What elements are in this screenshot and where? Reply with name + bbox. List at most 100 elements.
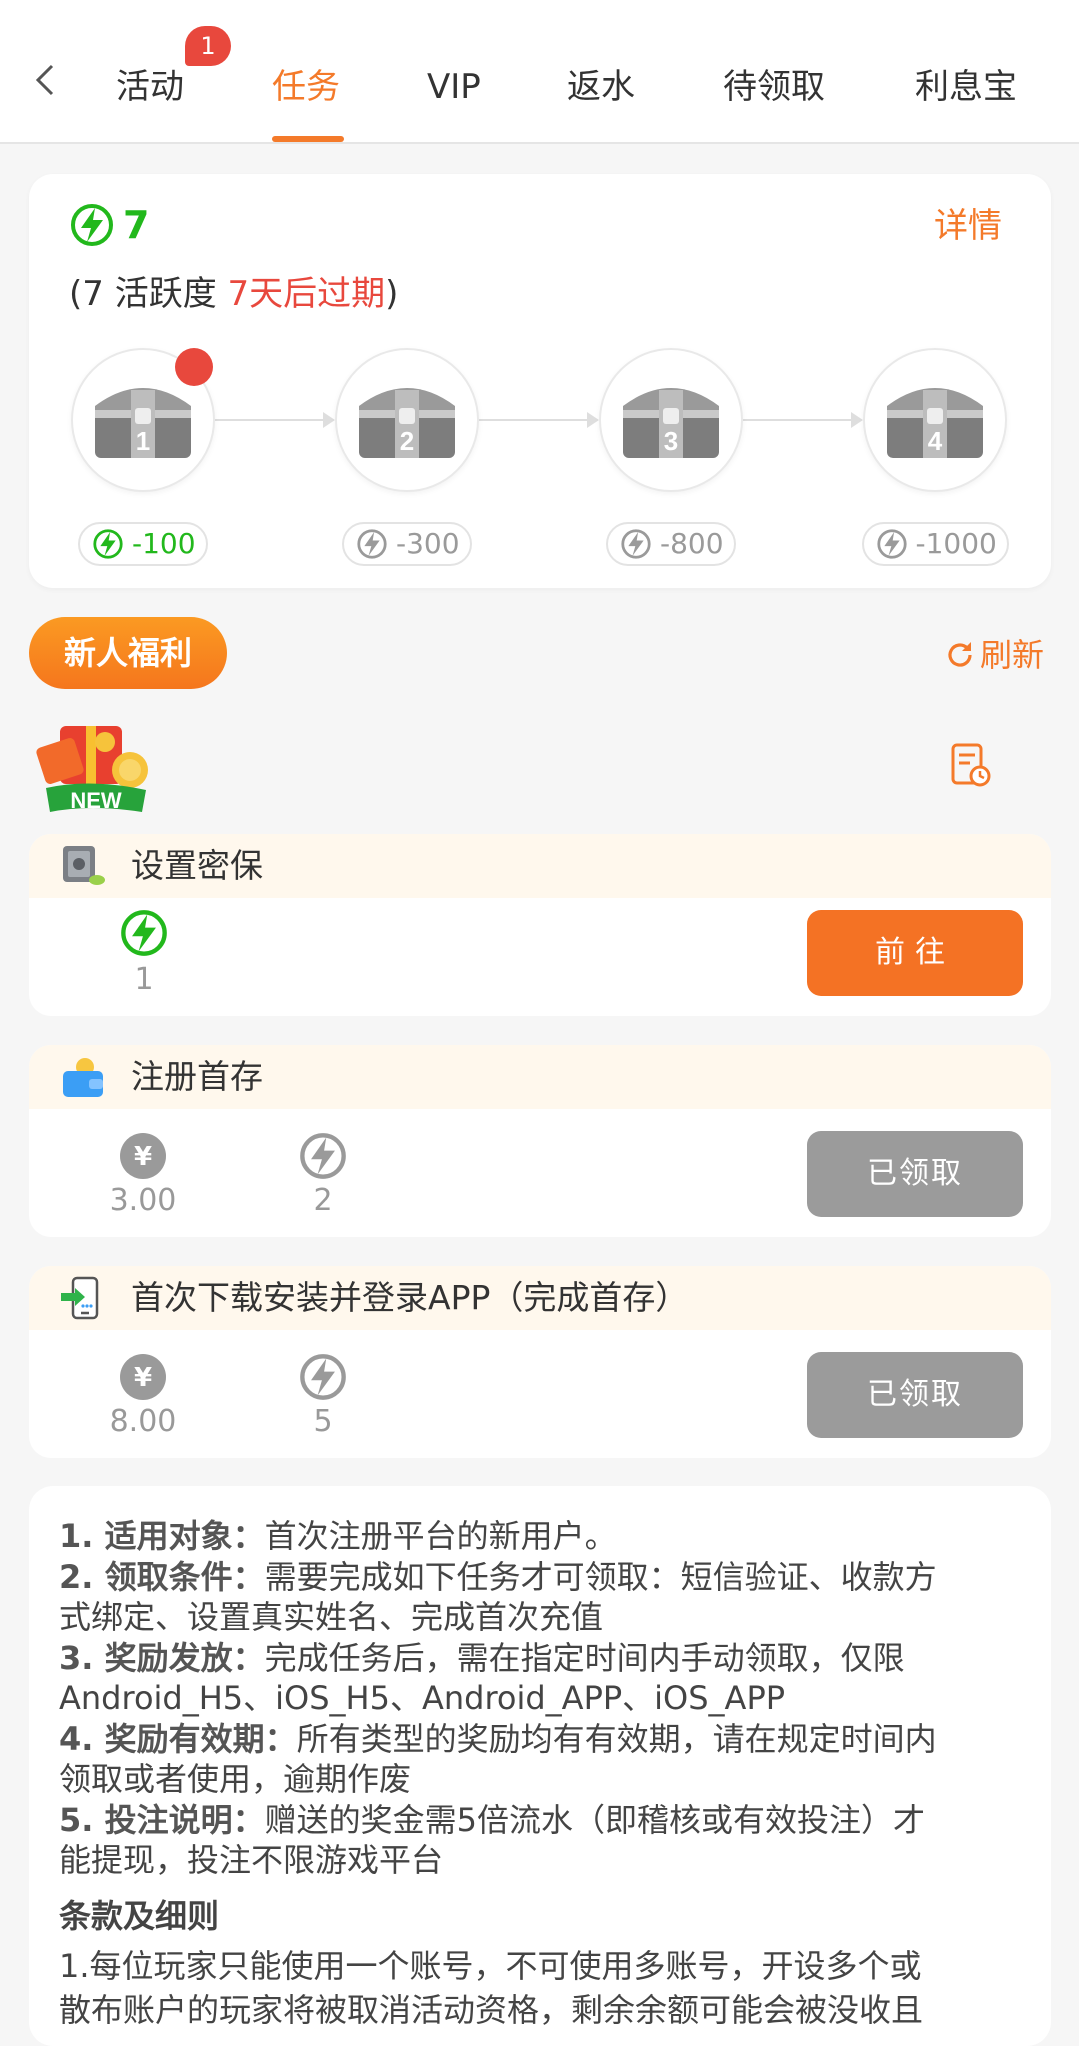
rule-heading: 4. 奖励有效期： xyxy=(59,1719,297,1758)
rule-text: 所有类型的奖励均有有效期，请在规定时间内 xyxy=(296,1719,937,1758)
chest-cost-pill: -1000 xyxy=(861,522,1009,566)
task-card-security: 设置密保 1 前往 xyxy=(29,834,1051,1016)
reward-energy-value: 5 xyxy=(313,1404,333,1439)
rule-text: 领取或者使用，逾期作废 xyxy=(59,1760,412,1798)
rule-text: 需要完成如下任务才可领取：短信验证、收款方 xyxy=(264,1557,937,1596)
wallet-icon xyxy=(63,1058,103,1097)
rule-line: Android_H5、iOS_H5、Android_APP、iOS_APP xyxy=(59,1678,785,1718)
task-header: 注册首存 xyxy=(29,1045,1051,1109)
task-card-first-deposit: 注册首存 ¥ 3.00 2 已领取 xyxy=(29,1045,1051,1237)
treasure-chest-3[interactable]: 3 xyxy=(599,348,743,492)
energy-icon xyxy=(71,204,113,246)
svg-text:¥: ¥ xyxy=(134,1142,152,1172)
refresh-label: 刷新 xyxy=(980,636,1045,674)
activity-count-badge: 1 xyxy=(185,26,231,66)
rule-line: 领取或者使用，逾期作废 xyxy=(59,1759,411,1799)
rule-line: 能提现，投注不限游戏平台 xyxy=(59,1840,443,1880)
reward-energy-value: 2 xyxy=(313,1183,333,1218)
chest-cost: -100 xyxy=(132,527,196,560)
rule-line: 2. 领取条件：需要完成如下任务才可领取：短信验证、收款方 xyxy=(59,1557,937,1597)
activity-description: (7 活跃度 7天后过期) xyxy=(69,270,398,318)
chest-cost-pill: -800 xyxy=(606,522,736,566)
terms-line: 散布账户的玩家将被取消活动资格，剩余余额可能会被没收且 xyxy=(59,1991,924,2029)
tab-activity[interactable]: 活动 xyxy=(116,62,184,112)
safe-icon xyxy=(63,846,105,885)
chest-number: 3 xyxy=(664,426,678,456)
chest-number: 2 xyxy=(400,426,414,456)
task-record-icon[interactable] xyxy=(950,742,992,788)
reward-cash-value: 8.00 xyxy=(109,1404,177,1439)
tab-rebate[interactable]: 返水 xyxy=(567,62,635,112)
chest-notification-dot xyxy=(175,348,213,386)
top-tab-bar: 活动 1 任务 VIP 返水 待领取 利息宝 xyxy=(0,0,1079,144)
rule-line: 5. 投注说明：赠送的奖金需5倍流水（即稽核或有效投注）才 xyxy=(59,1800,925,1840)
chest-connector xyxy=(743,419,851,421)
rule-text: 完成任务后，需在指定时间内手动领取，仅限 xyxy=(264,1638,905,1677)
task-title: 首次下载安装并登录APP（完成首存） xyxy=(131,1278,689,1317)
rule-line: 3. 奖励发放：完成任务后，需在指定时间内手动领取，仅限 xyxy=(59,1638,905,1678)
tab-pending[interactable]: 待领取 xyxy=(723,62,825,112)
rule-line: 1. 适用对象：首次注册平台的新用户。 xyxy=(59,1516,617,1556)
activity-desc-prefix: (7 活跃度 xyxy=(69,274,228,314)
phone-download-icon xyxy=(61,1276,99,1320)
chest-cost: -300 xyxy=(396,527,460,560)
terms-title: 条款及细则 xyxy=(59,1897,220,1935)
rule-heading: 2. 领取条件： xyxy=(59,1557,265,1596)
details-link[interactable]: 详情 xyxy=(934,202,1002,250)
rule-text: 能提现，投注不限游戏平台 xyxy=(59,1841,444,1879)
new-label: NEW xyxy=(70,788,122,813)
energy-icon xyxy=(300,1133,346,1179)
treasure-chest-2[interactable]: 2 xyxy=(335,348,479,492)
chest-number: 4 xyxy=(928,426,943,456)
energy-icon xyxy=(300,1354,346,1400)
new-gift-icon: NEW xyxy=(36,726,148,813)
rule-line: 4. 奖励有效期：所有类型的奖励均有有效期，请在规定时间内 xyxy=(59,1719,937,1759)
claimed-button[interactable]: 已领取 xyxy=(807,1352,1023,1438)
rule-heading: 5. 投注说明： xyxy=(59,1800,265,1839)
chest-number: 1 xyxy=(136,426,150,456)
chest-connector xyxy=(479,419,587,421)
chest-cost-pill: -300 xyxy=(342,522,472,566)
activity-expire-text: 7天后过期 xyxy=(227,274,386,314)
task-title: 设置密保 xyxy=(131,846,263,885)
yuan-coin-icon: ¥ xyxy=(120,1133,166,1179)
activity-points: 7 xyxy=(123,203,150,247)
tab-tasks[interactable]: 任务 xyxy=(272,62,340,112)
chest-cost: -1000 xyxy=(915,527,997,560)
treasure-chest-4[interactable]: 4 xyxy=(863,348,1007,492)
rule-text: Android_H5、iOS_H5、Android_APP、iOS_APP xyxy=(59,1679,786,1717)
treasure-chest-icon: 3 xyxy=(623,388,719,458)
rule-heading: 1. 适用对象： xyxy=(59,1517,265,1555)
energy-icon xyxy=(121,910,167,956)
terms-line: 1.每位玩家只能使用一个账号，不可使用多账号，开设多个或 xyxy=(59,1947,922,1985)
treasure-chest-icon: 4 xyxy=(887,388,983,458)
go-button[interactable]: 前往 xyxy=(807,910,1023,996)
task-card-download-app: 首次下载安装并登录APP（完成首存） ¥ 8.00 5 已领取 xyxy=(29,1266,1051,1458)
rule-heading: 3. 奖励发放： xyxy=(59,1638,265,1677)
chest-connector-arrow xyxy=(587,412,599,428)
activity-card: 7 详情 (7 活跃度 7天后过期) 1 -100 2 -300 3 -800 4 -1000 xyxy=(29,174,1051,588)
back-arrow-icon[interactable] xyxy=(30,62,60,98)
yuan-coin-icon: ¥ xyxy=(120,1354,166,1400)
newbie-welfare-badge: 新人福利 xyxy=(29,617,227,689)
activity-desc-suffix: ) xyxy=(385,274,399,314)
tab-interest[interactable]: 利息宝 xyxy=(915,62,1017,112)
svg-text:¥: ¥ xyxy=(134,1363,152,1393)
active-tab-indicator xyxy=(272,136,344,142)
reward-energy-value: 1 xyxy=(134,962,154,997)
refresh-button[interactable]: 刷新 xyxy=(944,630,1044,680)
task-header: 首次下载安装并登录APP（完成首存） xyxy=(29,1266,1051,1330)
task-header: 设置密保 xyxy=(29,834,1051,898)
chest-cost-pill: -100 xyxy=(78,522,208,566)
task-title: 注册首存 xyxy=(131,1057,263,1096)
chest-connector xyxy=(215,419,323,421)
chest-connector-arrow xyxy=(851,412,863,428)
claimed-button[interactable]: 已领取 xyxy=(807,1131,1023,1217)
rules-panel: 1. 适用对象：首次注册平台的新用户。 2. 领取条件：需要完成如下任务才可领取：… xyxy=(29,1486,1051,2046)
chest-connector-arrow xyxy=(323,412,335,428)
tab-vip[interactable]: VIP xyxy=(427,62,481,112)
rule-line: 式绑定、设置真实姓名、完成首次充值 xyxy=(59,1597,603,1637)
treasure-chest-icon: 2 xyxy=(359,388,455,458)
chest-cost: -800 xyxy=(660,527,724,560)
reward-cash-value: 3.00 xyxy=(109,1183,177,1218)
